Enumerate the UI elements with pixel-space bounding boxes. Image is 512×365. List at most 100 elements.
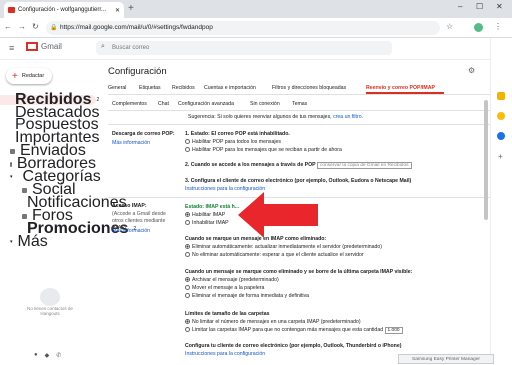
imap-delete-option-auto[interactable]: Eliminar automáticamente: actualizar inm…	[185, 244, 382, 250]
suggestion-text: Sugerencia: Si solo quieres reenviar alg…	[188, 114, 363, 120]
chat-icon[interactable]: ◆	[45, 352, 50, 359]
tab-inbox[interactable]: Recibidos	[172, 85, 195, 91]
imap-limit-select[interactable]: 1.000	[384, 327, 403, 334]
option-label: Limitar las carpetas IMAP para que no co…	[192, 327, 384, 333]
person-icon[interactable]: ●	[34, 352, 38, 359]
radio-selected-icon[interactable]	[185, 319, 190, 325]
add-addon-icon[interactable]: +	[498, 152, 503, 161]
radio-icon[interactable]	[185, 139, 190, 145]
tab-offline[interactable]: Sin conexión	[250, 101, 280, 107]
imap-section-label: Acceso IMAP:	[112, 203, 147, 209]
gmail-m-icon	[26, 42, 38, 51]
tab-close-icon[interactable]: ✕	[115, 7, 120, 14]
option-label: Habilitar IMAP	[192, 212, 226, 218]
option-label: Mover el mensaje a la papelera	[192, 285, 265, 291]
divider	[108, 110, 490, 111]
imap-limit-none[interactable]: No limitar el número de mensajes en una …	[185, 319, 361, 325]
imap-delete-option-manual[interactable]: No eliminar automáticamente: esperar a q…	[185, 252, 364, 258]
calendar-icon[interactable]	[497, 92, 505, 100]
tab-addons[interactable]: Complementos	[112, 101, 147, 107]
star-icon[interactable]: ☆	[446, 22, 453, 31]
tab-accounts[interactable]: Cuentas e importación	[204, 85, 256, 91]
radio-selected-icon[interactable]	[185, 277, 190, 283]
forward-icon[interactable]: →	[18, 22, 26, 31]
chevron-down-icon: ▾	[10, 174, 13, 180]
minimize-button[interactable]: –	[458, 2, 462, 11]
option-label: Inhabilitar IMAP	[192, 220, 229, 226]
imap-expunge-trash[interactable]: Mover el mensaje a la papelera	[185, 285, 264, 291]
sidebar-item-more[interactable]: ▾ Más	[0, 233, 96, 250]
compose-button[interactable]: + Redactar	[6, 68, 52, 84]
scrollbar-thumb[interactable]	[484, 100, 488, 220]
radio-selected-icon[interactable]	[185, 212, 190, 218]
divider	[108, 124, 490, 125]
imap-limits-title: Límites de tamaño de las carpetas	[185, 311, 270, 317]
side-panel	[490, 38, 512, 364]
radio-icon[interactable]	[185, 252, 190, 258]
option-label: No limitar el número de mensajes en una …	[192, 319, 361, 325]
option-label: Habilitar POP para los mensajes que se r…	[192, 147, 342, 153]
imap-expunge-title: Cuando un mensaje se marque como elimina…	[185, 269, 413, 275]
tab-chat[interactable]: Chat	[158, 101, 169, 107]
hangouts-icon	[40, 288, 60, 306]
imap-more-info-link[interactable]: Más información	[112, 228, 150, 234]
tab-labels[interactable]: Etiquetas	[139, 85, 161, 91]
radio-icon[interactable]	[185, 293, 190, 299]
tasks-icon[interactable]	[497, 132, 505, 140]
sidebar-item-count: 2	[96, 97, 100, 103]
close-window-button[interactable]: ✕	[496, 2, 503, 11]
chevron-down-icon: ▾	[10, 239, 13, 245]
tab-forwarding-pop-imap[interactable]: Reenvío y correo POP/IMAP	[366, 85, 435, 91]
gmail-name: Gmail	[41, 42, 62, 51]
maximize-button[interactable]: ☐	[476, 2, 483, 11]
radio-selected-icon[interactable]	[185, 244, 190, 250]
imap-status: Estado: IMAP está h...	[185, 204, 240, 210]
radio-icon[interactable]	[185, 327, 190, 333]
suggestion-body: Sugerencia: Si solo quieres reenviar alg…	[188, 114, 332, 120]
new-tab-button[interactable]: +	[128, 3, 134, 14]
tab-filters[interactable]: Filtros y direcciones bloqueadas	[272, 85, 346, 91]
tab-advanced[interactable]: Configuración avanzada	[178, 101, 234, 107]
imap-enable-option[interactable]: Habilitar IMAP	[185, 212, 225, 218]
option-label: Eliminar automáticamente: actualizar inm…	[192, 244, 383, 250]
gmail-favicon-icon	[8, 7, 15, 13]
search-icon[interactable]: ⌕	[101, 43, 105, 51]
pop-option-new[interactable]: Habilitar POP para los mensajes que se r…	[185, 147, 342, 153]
phone-icon[interactable]: ✆	[56, 352, 61, 359]
create-filter-link[interactable]: crea un filtro.	[333, 114, 363, 120]
divider	[108, 94, 490, 95]
main-menu-icon[interactable]: ≡	[9, 43, 14, 53]
imap-setup-link[interactable]: Instrucciones para la configuración	[185, 351, 265, 357]
sidebar-item-promotions[interactable]: Promociones 2	[0, 220, 136, 237]
pop-step3: 3. Configura el cliente de correo electr…	[185, 178, 412, 184]
back-icon[interactable]: ←	[4, 22, 12, 31]
hangouts-empty-text: No tienes contactos de Hangouts	[27, 306, 73, 316]
forum-icon	[22, 213, 27, 219]
url-field[interactable]: https://mail.google.com/mail/u/0/#settin…	[46, 21, 440, 35]
option-label: Eliminar el mensaje de forma inmediata y…	[192, 293, 310, 299]
step2-label: 2. Cuando se accede a los mensajes a tra…	[185, 162, 316, 168]
radio-icon[interactable]	[185, 220, 190, 226]
pop-section-label: Descarga de correo POP:	[112, 131, 175, 137]
imap-expunge-archive[interactable]: Archivar el mensaje (predeterminado)	[185, 277, 279, 283]
profile-avatar[interactable]	[474, 23, 483, 32]
reload-icon[interactable]: ↻	[32, 22, 39, 31]
imap-disable-option[interactable]: Inhabilitar IMAP	[185, 220, 229, 226]
browser-tab[interactable]: Configuración - wolfganggutierr... ✕	[4, 2, 124, 18]
compose-label: Redactar	[21, 73, 45, 79]
keep-icon[interactable]	[497, 112, 505, 120]
radio-icon[interactable]	[185, 285, 190, 291]
hangouts-toolbar: ● ◆ ✆	[34, 352, 61, 359]
imap-limit-set[interactable]: Limitar las carpetas IMAP para que no co…	[185, 327, 403, 334]
tab-general[interactable]: General	[108, 85, 126, 91]
pop-option-all[interactable]: Habilitar POP para todos los mensajes	[185, 139, 281, 145]
gear-icon[interactable]: ⚙	[468, 66, 475, 75]
radio-icon[interactable]	[185, 147, 190, 153]
search-input[interactable]: Buscar correo	[96, 41, 392, 55]
imap-expunge-delete[interactable]: Eliminar el mensaje de forma inmediata y…	[185, 293, 309, 299]
gmail-logo[interactable]: Gmail	[26, 42, 62, 51]
tab-themes[interactable]: Temas	[292, 101, 307, 107]
browser-menu-icon[interactable]: ⋮	[494, 22, 502, 31]
pop-action-select[interactable]: conservar la copia de Gmail en Recibidos	[316, 162, 412, 169]
pop-more-info-link[interactable]: Más información	[112, 140, 150, 146]
